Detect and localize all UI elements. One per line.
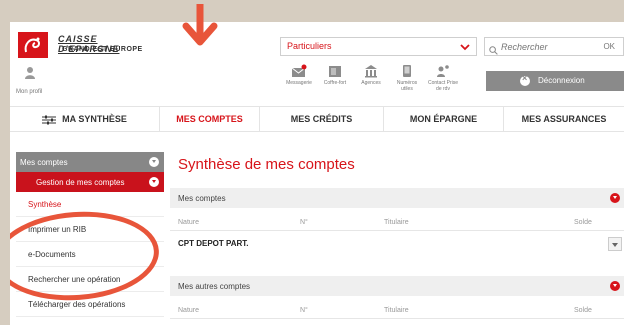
col-solde: Solde [574, 307, 592, 314]
nav-label: MON ÉPARGNE [409, 114, 478, 124]
nav-mes-comptes[interactable]: MES COMPTES [160, 107, 260, 132]
tool-label: Messagerie [286, 80, 312, 86]
search-input[interactable] [501, 40, 591, 53]
col-titulaire: Titulaire [384, 307, 409, 314]
brand-logo[interactable]: CAISSE D'EPARGNE GRAND EST EUROPE [18, 32, 158, 62]
nav-label: MES ASSURANCES [521, 114, 607, 124]
nav-mes-assurances[interactable]: MES ASSURANCES [504, 107, 624, 132]
account-nature: CPT DEPOT PART. [178, 239, 249, 248]
col-titulaire: Titulaire [384, 219, 409, 226]
tool-contact[interactable]: Contact Prise de rdv [428, 64, 458, 92]
bank-icon [365, 65, 377, 78]
tool-agences[interactable]: Agences [356, 64, 386, 86]
table-header: Nature N° Titulaire Solde [170, 303, 624, 319]
nav-label: MES CRÉDITS [290, 114, 353, 124]
section-label: Mes autres comptes [178, 282, 251, 291]
close-icon [520, 73, 530, 86]
page-title: Synthèse de mes comptes [178, 156, 355, 173]
section-label: Mes comptes [178, 194, 226, 203]
tool-messagerie[interactable]: Messagerie [284, 64, 314, 86]
tool-label: Numéros utiles [396, 80, 418, 92]
main-nav: MA SYNTHÈSE MES COMPTES MES CRÉDITS MON … [10, 106, 624, 132]
sidebar-header-label: Mes comptes [20, 158, 68, 167]
chevron-down-icon [149, 157, 159, 167]
chevron-down-icon [149, 177, 159, 187]
section-mes-comptes[interactable]: Mes comptes [170, 188, 624, 208]
tool-label: Coffre-fort [323, 80, 347, 86]
search-box[interactable]: OK [484, 37, 624, 56]
sidebar-subheader[interactable]: Gestion de mes comptes [16, 172, 164, 192]
chevron-down-icon [610, 281, 620, 291]
sidebar-header[interactable]: Mes comptes [16, 152, 164, 172]
profile-link[interactable]: Mon profil [16, 66, 56, 98]
col-nature: Nature [178, 307, 200, 314]
squirrel-logo-icon [18, 32, 48, 58]
search-ok-button[interactable]: OK [603, 42, 615, 51]
profile-label: Mon profil [16, 89, 43, 95]
logout-label: Déconnexion [538, 76, 585, 85]
user-icon [25, 67, 35, 79]
row-expand-button[interactable] [608, 237, 622, 251]
segment-select-value: Particuliers [287, 41, 332, 51]
segment-select[interactable]: Particuliers [280, 37, 477, 56]
col-numero: N° [300, 219, 308, 226]
table-header: Nature N° Titulaire Solde [170, 215, 624, 231]
nav-label: MA SYNTHÈSE [62, 114, 127, 124]
bank-page: CAISSE D'EPARGNE GRAND EST EUROPE Partic… [10, 22, 624, 325]
chevron-down-icon [459, 40, 471, 58]
sidebar-item-label: Télécharger des opérations [28, 300, 126, 309]
nav-label: MES COMPTES [176, 114, 243, 124]
safe-icon [329, 66, 341, 77]
mail-icon [291, 64, 307, 77]
nav-mes-credits[interactable]: MES CRÉDITS [260, 107, 384, 132]
toolbar: Messagerie Coffre-fort Agences Numéros u… [284, 64, 484, 100]
nav-mon-epargne[interactable]: MON ÉPARGNE [384, 107, 504, 132]
sidebar-subheader-label: Gestion de mes comptes [36, 178, 125, 187]
sliders-icon [42, 115, 57, 125]
contact-icon [437, 65, 449, 77]
brand-region: GRAND EST EUROPE [62, 46, 143, 53]
sidebar-item-label: Synthèse [28, 200, 62, 209]
chevron-down-icon [610, 193, 620, 203]
col-numero: N° [300, 307, 308, 314]
table-row[interactable]: CPT DEPOT PART. [170, 234, 624, 256]
arrow-down-annotation-icon [182, 4, 218, 46]
tool-label: Agences [361, 80, 381, 86]
tool-label: Contact Prise de rdv [428, 80, 459, 92]
col-solde: Solde [574, 219, 592, 226]
section-mes-autres-comptes[interactable]: Mes autres comptes [170, 276, 624, 296]
tool-numeros-utiles[interactable]: Numéros utiles [392, 64, 422, 92]
phone-icon [403, 65, 411, 77]
tool-coffre-fort[interactable]: Coffre-fort [320, 64, 350, 86]
col-nature: Nature [178, 219, 200, 226]
logout-button[interactable]: Déconnexion [486, 71, 624, 91]
search-icon [489, 42, 498, 60]
nav-ma-synthese[interactable]: MA SYNTHÈSE [10, 107, 160, 132]
